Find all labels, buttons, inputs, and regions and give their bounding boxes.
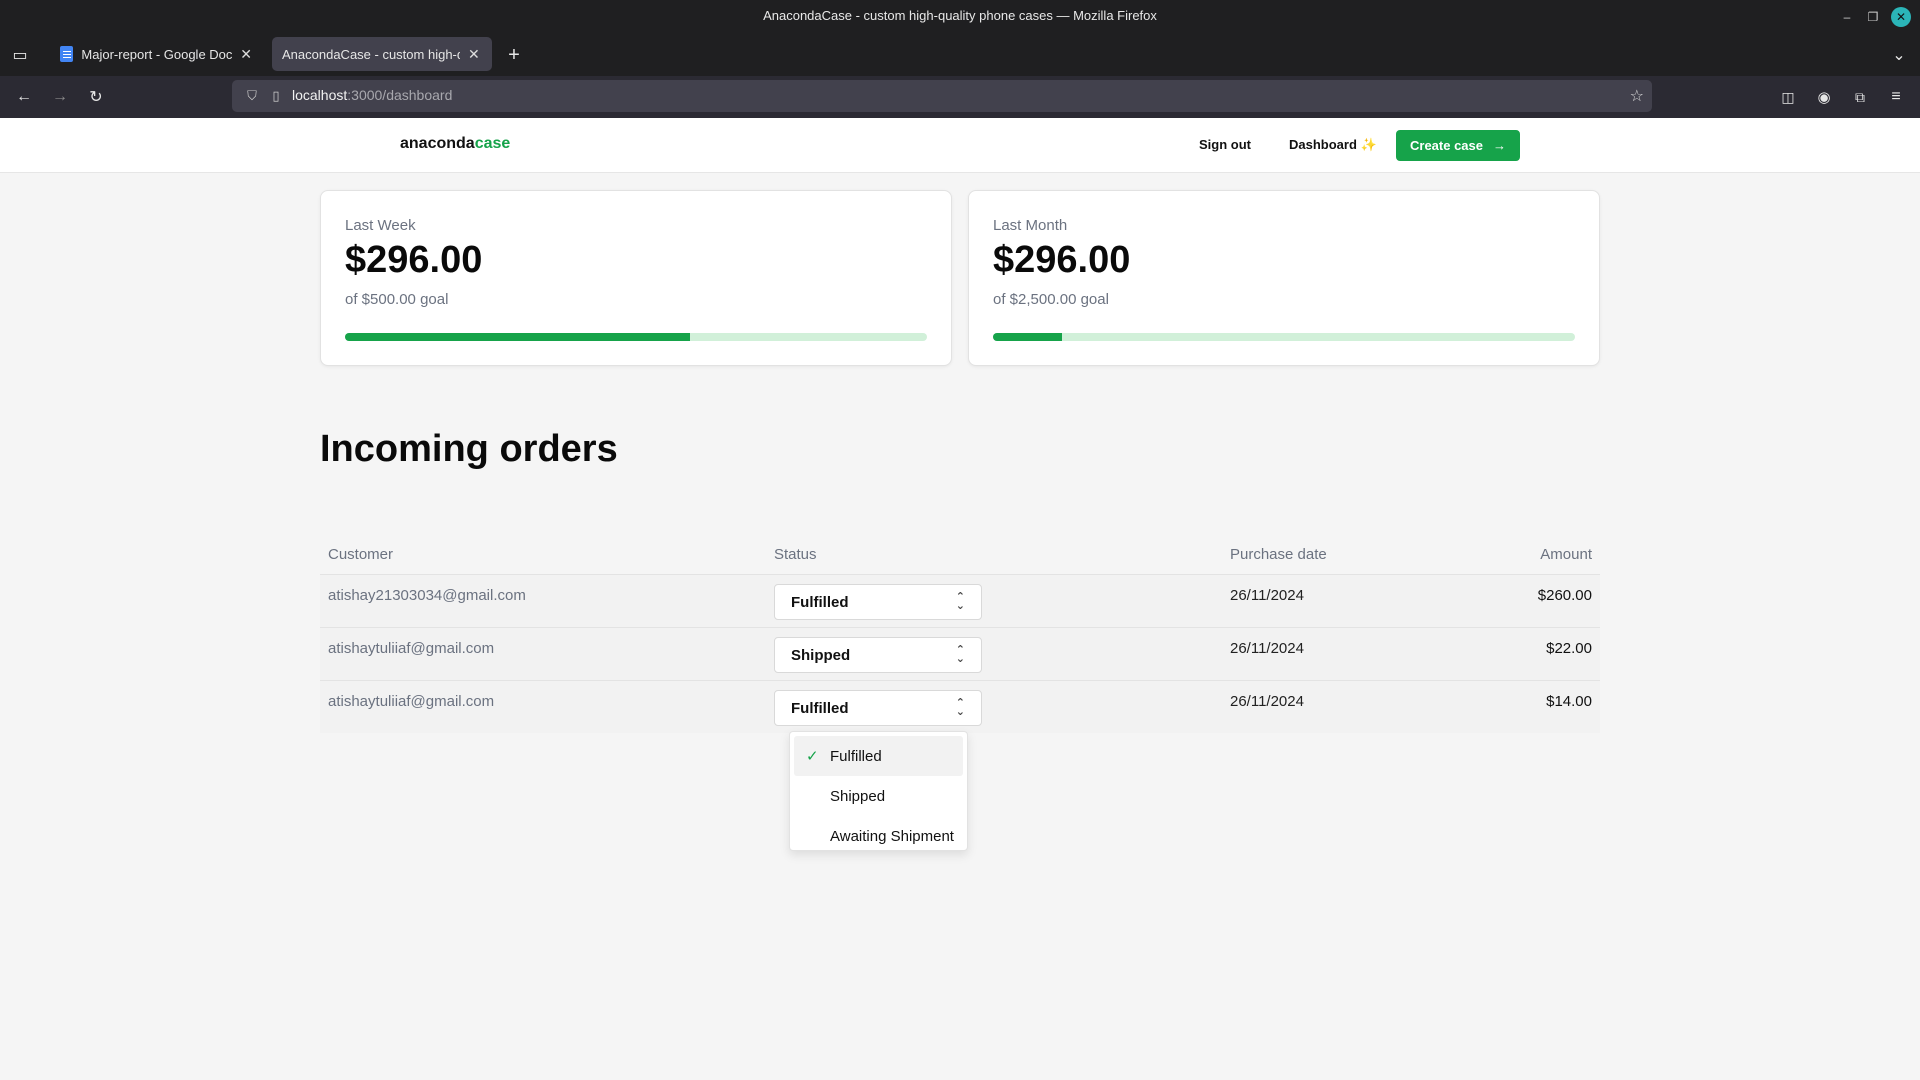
menu-icon[interactable]: ≡ xyxy=(1882,83,1910,111)
minimize-icon[interactable]: – xyxy=(1836,6,1858,28)
order-amount: $14.00 xyxy=(1546,693,1592,710)
extensions-icon[interactable]: ⧉ xyxy=(1846,83,1874,111)
order-amount: $260.00 xyxy=(1537,587,1592,604)
page-title: Incoming orders xyxy=(320,428,618,470)
stat-card-last-month: Last Month $296.00 of $2,500.00 goal xyxy=(968,190,1600,366)
column-header-amount: Amount xyxy=(1540,546,1592,563)
dropdown-option-shipped[interactable]: Shipped xyxy=(794,776,963,816)
tab-label: Major-report - Google Docs xyxy=(81,46,233,62)
stat-goal: of $2,500.00 goal xyxy=(993,291,1109,308)
progress-track xyxy=(345,333,927,341)
tab-label: AnacondaCase - custom high-q xyxy=(282,46,460,62)
status-dropdown-menu: ✓ Fulfilled Shipped Awaiting Shipment xyxy=(789,731,968,851)
purchase-date: 26/11/2024 xyxy=(1230,640,1304,657)
site-header: anacondacase Sign out Dashboard ✨ Create… xyxy=(0,118,1920,173)
purchase-date: 26/11/2024 xyxy=(1230,587,1304,604)
page-info-icon[interactable]: ▯ xyxy=(264,88,288,104)
pocket-icon[interactable]: ◫ xyxy=(1774,83,1802,111)
table-row: atishaytuliiaf@gmail.com Fulfilled ⌃ ⌄ 26… xyxy=(320,680,1600,733)
dashboard-link[interactable]: Dashboard ✨ xyxy=(1289,137,1377,153)
back-icon[interactable]: ← xyxy=(10,83,38,111)
column-header-date: Purchase date xyxy=(1230,546,1327,563)
bookmark-star-icon[interactable]: ☆ xyxy=(1630,86,1644,106)
status-select[interactable]: Fulfilled ⌃ ⌄ xyxy=(774,584,982,620)
logo[interactable]: anacondacase xyxy=(400,135,510,153)
table-row: atishay21303034@gmail.com Fulfilled ⌃ ⌄ 2… xyxy=(320,574,1600,627)
progress-fill xyxy=(993,333,1062,341)
customer-email: atishaytuliiaf@gmail.com xyxy=(328,693,495,710)
shield-icon[interactable]: ⛉ xyxy=(240,88,264,104)
stat-value: $296.00 xyxy=(993,239,1131,281)
tab-google-docs[interactable]: Major-report - Google Docs ✕ xyxy=(50,37,262,71)
stat-goal: of $500.00 goal xyxy=(345,291,449,308)
orders-table: Customer Status Purchase date Amount ati… xyxy=(320,534,1600,733)
check-icon: ✓ xyxy=(806,748,819,765)
customer-email: atishaytuliiaf@gmail.com xyxy=(328,640,495,657)
sparkle-icon: ✨ xyxy=(1360,137,1377,152)
chevron-up-down-icon: ⌃ ⌄ xyxy=(955,644,965,665)
column-header-status: Status xyxy=(774,546,817,563)
chevron-up-down-icon: ⌃ ⌄ xyxy=(955,591,965,612)
stat-value: $296.00 xyxy=(345,239,483,281)
close-window-icon[interactable]: ✕ xyxy=(1891,7,1911,27)
sign-out-link[interactable]: Sign out xyxy=(1199,137,1251,152)
tab-overview-icon[interactable]: ▭ xyxy=(6,41,34,69)
arrow-right-icon: → xyxy=(1493,138,1506,153)
window-title: AnacondaCase - custom high-quality phone… xyxy=(763,8,1157,23)
stat-label: Last Week xyxy=(345,217,416,234)
create-case-button[interactable]: Create case → xyxy=(1396,130,1520,161)
dropdown-option-awaiting-shipment[interactable]: Awaiting Shipment xyxy=(794,816,963,856)
reload-icon[interactable]: ↻ xyxy=(82,83,110,111)
dropdown-option-fulfilled[interactable]: ✓ Fulfilled xyxy=(794,736,963,776)
chevron-up-down-icon: ⌃ ⌄ xyxy=(955,697,965,718)
table-row: atishaytuliiaf@gmail.com Shipped ⌃ ⌄ 26/1… xyxy=(320,627,1600,680)
status-select[interactable]: Fulfilled ⌃ ⌄ xyxy=(774,690,982,726)
new-tab-icon[interactable]: + xyxy=(500,41,528,69)
column-header-customer: Customer xyxy=(328,546,394,563)
google-docs-icon xyxy=(60,46,74,62)
stat-label: Last Month xyxy=(993,217,1068,234)
restore-icon[interactable]: ❐ xyxy=(1862,6,1884,28)
tab-bar: ▭ Major-report - Google Docs ✕ AnacondaC… xyxy=(0,34,1920,76)
url-text[interactable]: localhost:3000/dashboard xyxy=(292,87,452,105)
purchase-date: 26/11/2024 xyxy=(1230,693,1304,710)
account-icon[interactable]: ◉ xyxy=(1810,83,1838,111)
url-bar[interactable]: ⛉ ▯ localhost:3000/dashboard ☆ xyxy=(232,80,1652,112)
close-tab-icon[interactable]: ✕ xyxy=(468,46,480,63)
progress-fill xyxy=(345,333,690,341)
close-tab-icon[interactable]: ✕ xyxy=(240,46,252,63)
status-select[interactable]: Shipped ⌃ ⌄ xyxy=(774,637,982,673)
window-titlebar: AnacondaCase - custom high-quality phone… xyxy=(0,0,1920,34)
forward-icon[interactable]: → xyxy=(46,83,74,111)
tab-anacondacase[interactable]: AnacondaCase - custom high-q ✕ xyxy=(272,37,492,71)
progress-track xyxy=(993,333,1575,341)
order-amount: $22.00 xyxy=(1546,640,1592,657)
navigation-bar: ← → ↻ ⛉ ▯ localhost:3000/dashboard ☆ ◫ ◉… xyxy=(0,76,1920,118)
list-tabs-icon[interactable]: ⌄ xyxy=(1885,41,1913,69)
stat-card-last-week: Last Week $296.00 of $500.00 goal xyxy=(320,190,952,366)
table-header: Customer Status Purchase date Amount xyxy=(320,534,1600,574)
customer-email: atishay21303034@gmail.com xyxy=(328,587,526,604)
